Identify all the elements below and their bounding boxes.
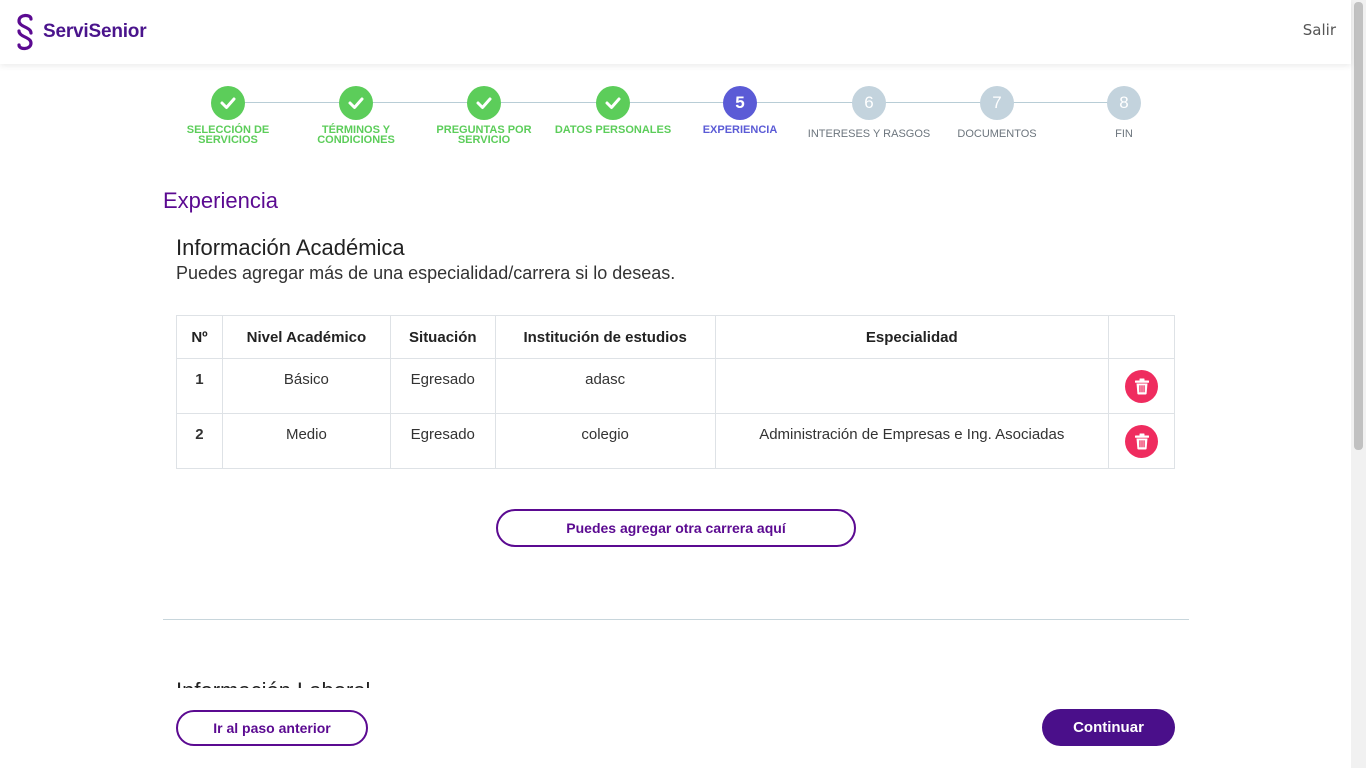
column-header-level: Nivel Académico [221,315,391,359]
progress-stepper: SELECCIÓN DE SERVICIOS TÉRMINOS Y CONDIC… [163,86,1189,156]
cell-institution: colegio [494,413,716,469]
page-title: Experiencia [163,188,278,213]
step-5: 5 EXPERIENCIA [675,86,805,136]
column-header-actions [1108,315,1175,359]
step-label: FIN [1115,128,1133,140]
academic-table: Nº Nivel Académico Situación Institución… [176,315,1175,469]
step-7: 7 DOCUMENTOS [932,86,1062,140]
step-label: PREGUNTAS POR SERVICIO [436,124,532,146]
add-career-button[interactable]: Puedes agregar otra carrera aquí [496,509,856,547]
cell-actions [1108,358,1175,414]
cell-specialty [714,358,1110,414]
check-icon [211,86,245,120]
academic-section-subtitle: Puedes agregar más de una especialidad/c… [176,263,676,283]
cell-status: Egresado [389,413,496,469]
step-number: 6 [852,86,886,120]
cell-level: Básico [221,358,391,414]
check-icon [596,86,630,120]
trash-icon [1134,433,1149,449]
work-section-title: Información Laboral [176,676,370,688]
check-icon [467,86,501,120]
cell-number: 2 [176,413,223,469]
step-4: DATOS PERSONALES [548,86,678,136]
servisenior-logo-icon [17,13,33,51]
step-label: TÉRMINOS Y CONDICIONES [317,124,395,146]
delete-button[interactable] [1125,369,1159,403]
column-header-status: Situación [389,315,496,359]
academic-section-title: Información Académica [176,235,405,260]
step-number: 5 [723,86,757,120]
cell-status: Egresado [389,358,496,414]
step-number: 7 [980,86,1014,120]
brand-name: ServiSenior [43,21,147,42]
footer-bar: Ir al paso anterior Continuar [0,688,1351,768]
cell-level: Medio [221,413,391,469]
step-label: SELECCIÓN DE SERVICIOS [186,124,270,146]
step-3: PREGUNTAS POR SERVICIO [419,86,549,146]
step-label: DATOS PERSONALES [554,124,672,136]
table-row: 1 Básico Egresado adasc [176,358,1175,414]
check-icon [339,86,373,120]
top-header: ServiSenior Salir [0,0,1351,64]
cell-institution: adasc [494,358,716,414]
step-label: DOCUMENTOS [957,128,1037,140]
continue-button[interactable]: Continuar [1042,709,1175,746]
step-6: 6 INTERESES Y RASGOS [804,86,934,140]
trash-icon [1134,378,1149,394]
section-divider [163,619,1189,620]
logout-link[interactable]: Salir [1303,21,1336,39]
cell-specialty: Administración de Empresas e Ing. Asocia… [714,413,1110,469]
table-row: 2 Medio Egresado colegio Administración … [176,413,1175,469]
brand-logo[interactable]: ServiSenior [12,13,147,51]
column-header-specialty: Especialidad [714,315,1110,359]
step-2: TÉRMINOS Y CONDICIONES [291,86,421,146]
cell-actions [1108,413,1175,469]
column-header-number: Nº [176,315,223,359]
cell-number: 1 [176,358,223,414]
table-header-row: Nº Nivel Académico Situación Institución… [176,315,1175,359]
scrollbar[interactable] [1351,0,1366,768]
step-8: 8 FIN [1059,86,1189,140]
scrollbar-thumb[interactable] [1354,2,1363,450]
step-number: 8 [1107,86,1141,120]
delete-button[interactable] [1125,424,1159,458]
step-label: INTERESES Y RASGOS [807,128,931,140]
step-label: EXPERIENCIA [702,124,778,136]
column-header-institution: Institución de estudios [494,315,716,359]
step-1: SELECCIÓN DE SERVICIOS [163,86,293,146]
previous-step-button[interactable]: Ir al paso anterior [176,710,368,746]
